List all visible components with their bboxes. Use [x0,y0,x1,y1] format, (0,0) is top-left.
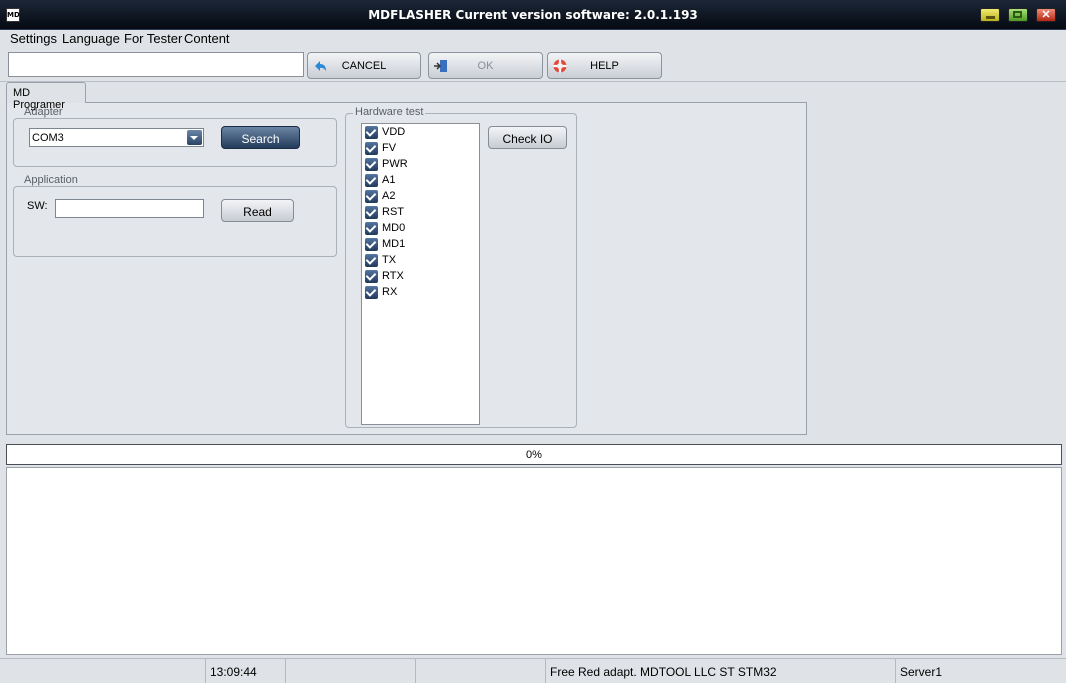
checkbox-a2[interactable]: A2 [365,189,475,205]
checkbox-checked-icon [365,190,378,203]
tab-md-programer-label: MD Programer [13,87,65,111]
check-io-label: Check IO [502,132,553,146]
toolbar-divider [0,81,1066,82]
checkbox-checked-icon [365,254,378,267]
adapter-port-value: COM3 [32,132,64,144]
checkbox-label: RTX [382,270,404,282]
checkbox-checked-icon [365,142,378,155]
checkbox-checked-icon [365,222,378,235]
ok-button[interactable]: OK [428,52,543,79]
checkbox-checked-icon [365,174,378,187]
hardware-test-title: Hardware test [353,106,426,118]
checkbox-md1[interactable]: MD1 [365,237,475,253]
log-area[interactable] [6,467,1062,655]
status-cell-4 [415,659,545,683]
menu-language[interactable]: Language [62,31,120,46]
checkbox-label: FV [382,142,397,154]
progress-text: 0% [526,449,542,461]
adapter-port-select[interactable]: COM3 [29,128,204,147]
checkbox-checked-icon [365,286,378,299]
checkbox-checked-icon [365,126,378,139]
chevron-down-icon[interactable] [187,130,202,145]
sw-label: SW: [27,200,48,212]
hardware-test-list: VDD FV PWR A1 A2 RST MD0 MD1 TX RTX RX [361,123,480,425]
menu-settings[interactable]: Settings [10,31,57,46]
cancel-label: CANCEL [341,60,387,72]
checkbox-checked-icon [365,270,378,283]
checkbox-label: A1 [382,174,396,186]
checkbox-pwr[interactable]: PWR [365,157,475,173]
checkbox-label: MD1 [382,238,406,250]
cancel-button[interactable]: CANCEL [307,52,421,79]
checkbox-checked-icon [365,206,378,219]
status-time: 13:09:44 [205,659,285,683]
minimize-button[interactable] [980,8,1000,22]
search-button[interactable]: Search [221,126,300,149]
checkbox-fv[interactable]: FV [365,141,475,157]
check-io-button[interactable]: Check IO [488,126,567,149]
checkbox-label: VDD [382,126,406,138]
menu-content[interactable]: Content [184,31,230,46]
application-group-title: Application [22,174,80,186]
checkbox-label: RST [382,206,404,218]
status-cell-3 [285,659,415,683]
status-cell-1 [0,659,205,683]
sw-input[interactable] [55,199,204,218]
checkbox-label: PWR [382,158,408,170]
checkbox-label: TX [382,254,397,266]
help-label: HELP [590,60,619,72]
tab-md-programer[interactable]: MD Programer [6,82,86,111]
maximize-button[interactable] [1008,8,1028,22]
checkbox-rst[interactable]: RST [365,205,475,221]
search-label: Search [241,132,280,146]
close-button[interactable]: ✕ [1036,8,1056,22]
status-adapter-info: Free Red adapt. MDTOOL LLC ST STM32 [545,659,895,683]
checkbox-label: MD0 [382,222,406,234]
checkbox-checked-icon [365,158,378,171]
checkbox-rtx[interactable]: RTX [365,269,475,285]
checkbox-label: A2 [382,190,396,202]
ok-label: OK [477,60,494,72]
checkbox-a1[interactable]: A1 [365,173,475,189]
read-label: Read [243,205,272,219]
checkbox-md0[interactable]: MD0 [365,221,475,237]
checkbox-rx[interactable]: RX [365,285,475,301]
window-title: MDFLASHER Current version software: 2.0.… [368,8,698,22]
status-server: Server1 [895,659,1066,683]
menu-for-tester[interactable]: For Tester [124,31,182,46]
help-button[interactable]: HELP [547,52,662,79]
progress-bar: 0% [6,444,1062,465]
checkbox-tx[interactable]: TX [365,253,475,269]
checkbox-label: RX [382,286,398,298]
toolbar-input[interactable] [8,52,304,77]
checkbox-vdd[interactable]: VDD [365,125,475,141]
read-button[interactable]: Read [221,199,294,222]
checkbox-checked-icon [365,238,378,251]
